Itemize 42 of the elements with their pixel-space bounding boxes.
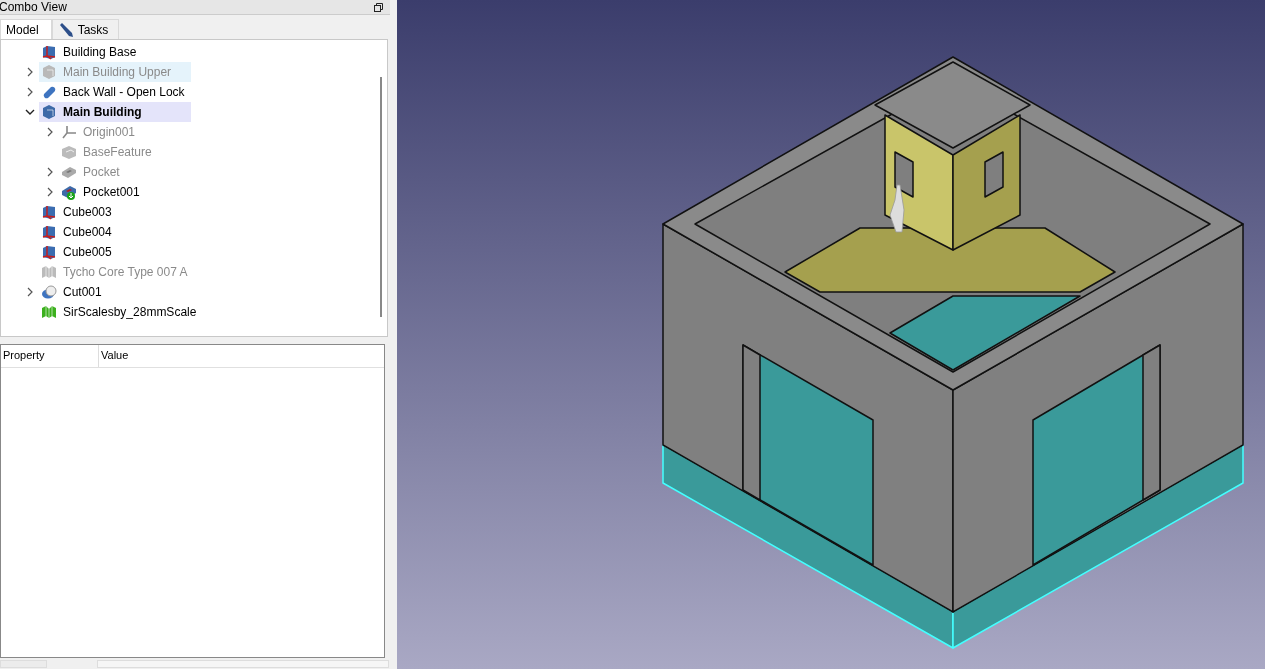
chevron-right-icon[interactable] — [46, 167, 54, 177]
chevron-right-icon[interactable] — [26, 87, 34, 97]
tree-item[interactable]: BaseFeature — [59, 142, 211, 162]
panel-tab[interactable]: Model — [0, 19, 52, 39]
body-icon — [41, 64, 57, 80]
chevron-down-icon[interactable] — [25, 108, 35, 116]
tree-item[interactable]: Cube003 — [39, 202, 191, 222]
pocket-icon — [61, 164, 77, 180]
panel-tab[interactable]: Tasks — [51, 19, 120, 39]
scrollbar[interactable] — [380, 77, 382, 317]
pocket-tip-icon — [61, 184, 77, 200]
3d-viewport[interactable] — [397, 0, 1265, 669]
feature-icon — [61, 144, 77, 160]
tree-item[interactable]: Cube004 — [39, 222, 191, 242]
chevron-right-icon[interactable] — [26, 67, 34, 77]
body-icon — [41, 104, 57, 120]
tree-item[interactable]: Tycho Core Type 007 A — [39, 262, 194, 282]
chevron-right-icon[interactable] — [26, 287, 34, 297]
axes-icon — [61, 124, 77, 140]
mesh-icon — [41, 304, 57, 320]
cube-icon — [41, 224, 57, 240]
panel-title: Combo View — [0, 0, 67, 14]
tree-item[interactable]: Pocket — [59, 162, 211, 182]
cube-icon — [41, 244, 57, 260]
column-header[interactable]: Property — [1, 345, 99, 367]
cut-icon — [41, 284, 57, 300]
tree-item[interactable]: Cut001 — [39, 282, 191, 302]
tree-item[interactable]: Building Base — [39, 42, 191, 62]
tree-item[interactable]: Main Building — [39, 102, 191, 122]
chevron-right-icon[interactable] — [46, 127, 54, 137]
tree-item[interactable]: Origin001 — [59, 122, 211, 142]
cube-icon — [41, 204, 57, 220]
column-header[interactable]: Value — [99, 345, 384, 367]
tree-item[interactable]: Pocket001 — [59, 182, 211, 202]
chevron-right-icon[interactable] — [46, 187, 54, 197]
restore-icon[interactable] — [374, 2, 383, 12]
tree-item[interactable]: Back Wall - Open Lock — [39, 82, 191, 102]
cube-icon — [41, 44, 57, 60]
cylinder-icon — [41, 84, 57, 100]
tree-item[interactable]: SirScalesby_28mmScale — [39, 302, 203, 322]
tree-item[interactable]: Cube005 — [39, 242, 191, 262]
mesh-icon — [41, 264, 57, 280]
